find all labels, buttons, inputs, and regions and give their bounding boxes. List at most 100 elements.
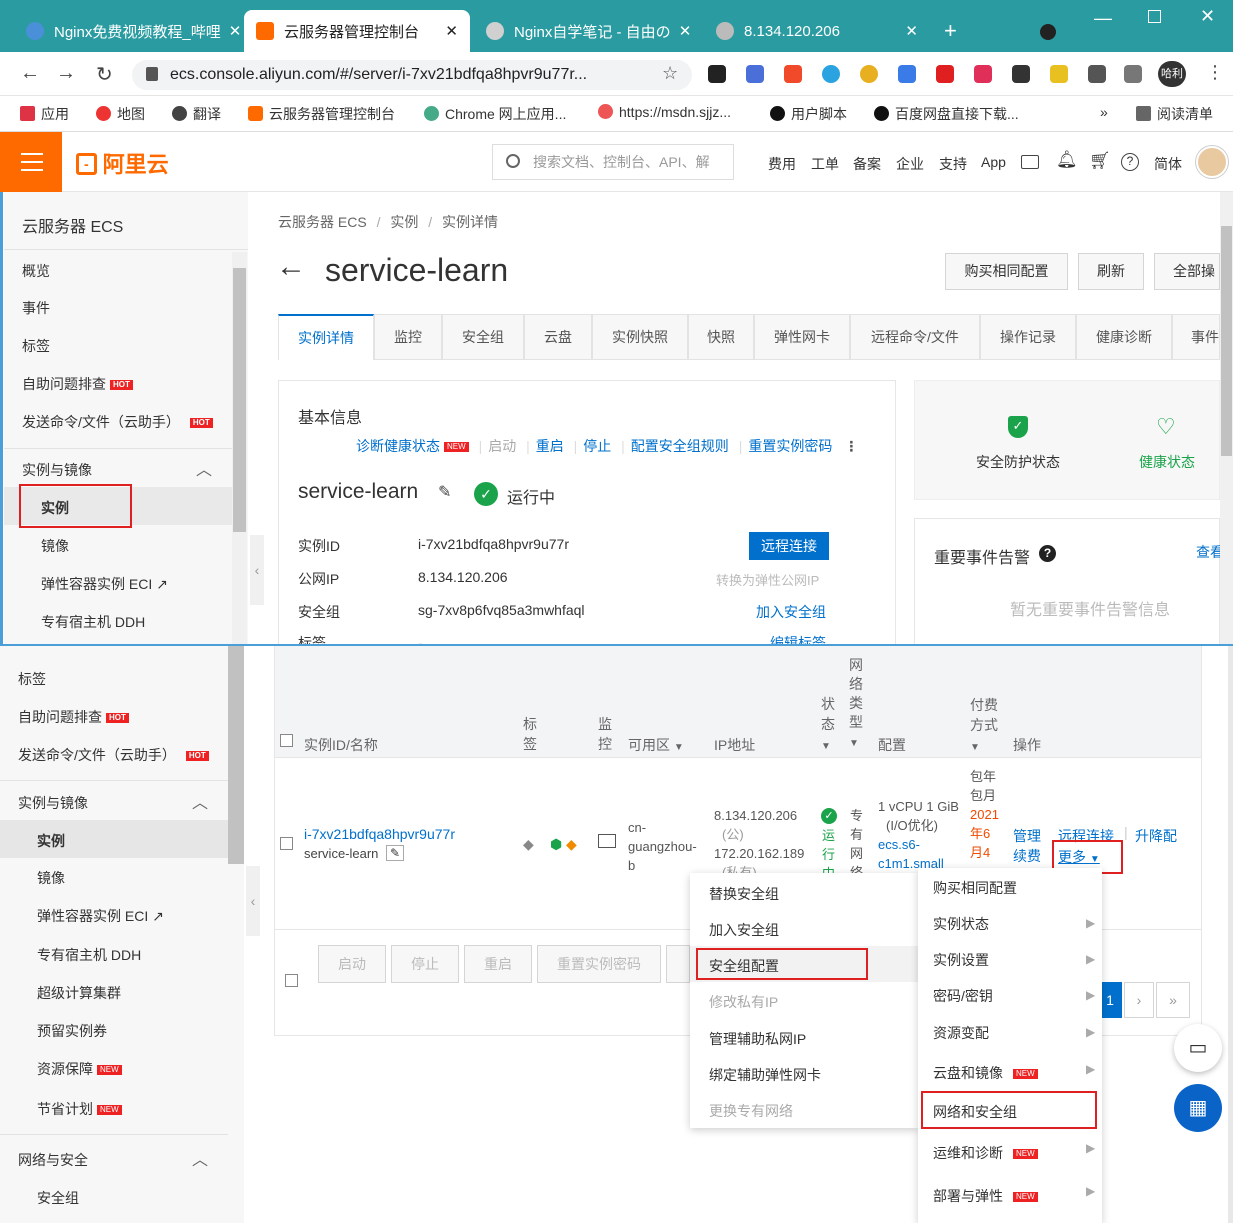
minimize-icon[interactable]: — — [1094, 8, 1112, 29]
reload-icon[interactable]: ↻ — [96, 62, 113, 87]
bookmark-item[interactable]: https://msdn.sjjz... — [598, 104, 731, 120]
reset-password-link[interactable]: 重置实例密码 — [748, 438, 832, 454]
menu-network-sg[interactable]: 网络和安全组 — [933, 1102, 1017, 1122]
nav-enterprise[interactable]: 企业 — [896, 154, 924, 174]
row-checkbox[interactable] — [280, 837, 293, 850]
manage-link[interactable]: 管理 — [1013, 826, 1041, 846]
terminal-icon[interactable] — [1021, 155, 1039, 169]
select-all-checkbox[interactable] — [280, 734, 293, 747]
sidebar-item-troubleshoot[interactable]: 自助问题排查 HOT — [22, 374, 133, 394]
sidebar-item-ri[interactable]: 预留实例券 — [37, 1021, 107, 1041]
edit-tags-link[interactable]: 编辑标签 — [770, 634, 826, 644]
col-network-type[interactable]: 网络类型 ▼ — [849, 656, 865, 753]
menu-sg-config[interactable]: 安全组配置 — [709, 956, 779, 976]
sidebar-item-instances[interactable]: 实例 — [37, 831, 65, 851]
edit-icon[interactable]: ✎ — [386, 845, 404, 861]
menu-ops-diagnose[interactable]: 运维和诊断 NEW — [933, 1143, 1038, 1163]
forward-icon[interactable]: → — [56, 62, 76, 85]
close-icon[interactable]: ✕ — [897, 22, 918, 40]
menu-deploy-elastic[interactable]: 部署与弹性 NEW — [933, 1186, 1038, 1206]
col-pay-type[interactable]: 付费方式 ▼ — [970, 695, 1000, 758]
more-dropdown[interactable]: 更多 ▼ — [1058, 847, 1100, 867]
hamburger-menu-icon[interactable] — [0, 132, 62, 192]
help-icon[interactable]: ? — [1121, 153, 1139, 171]
menu-join-sg[interactable]: 加入安全组 — [709, 920, 779, 940]
extension-icon[interactable] — [898, 65, 916, 83]
buy-same-config-button[interactable]: 购买相同配置 — [945, 253, 1068, 290]
more-dots-icon[interactable]: ⋮ — [844, 438, 858, 454]
profile-avatar[interactable]: 哈利 — [1158, 61, 1186, 87]
collapse-sidebar-icon[interactable]: ‹ — [246, 866, 260, 936]
aliyun-logo[interactable]: - 阿里云 — [76, 147, 169, 179]
browser-tab-active[interactable]: 云服务器管理控制台 ✕ — [244, 10, 470, 52]
sidebar-item-images[interactable]: 镜像 — [37, 868, 65, 888]
sidebar-item-ddh[interactable]: 专有宿主机 DDH — [41, 612, 145, 632]
sidebar-item-instances-active[interactable] — [0, 820, 228, 858]
bulk-start-button[interactable]: 启动 — [318, 945, 386, 983]
sidebar-item-eci[interactable]: 弹性容器实例 ECI ↗ — [37, 906, 164, 926]
health-status-label[interactable]: 健康状态 — [1139, 452, 1195, 472]
sidebar-item-events[interactable]: 事件 — [22, 298, 50, 318]
chevron-up-icon[interactable]: ︿ — [196, 456, 212, 480]
bookmark-item[interactable]: Chrome 网上应用... — [424, 104, 566, 124]
youtube-icon[interactable] — [936, 65, 954, 83]
menu-disk-image[interactable]: 云盘和镜像 NEW — [933, 1063, 1038, 1083]
menu-dots-icon[interactable]: ⋮ — [1206, 62, 1224, 83]
tab-disk[interactable]: 云盘 — [524, 314, 592, 360]
security-status-label[interactable]: 安全防护状态 — [976, 452, 1060, 472]
media-icon[interactable] — [1124, 65, 1142, 83]
scrollbar-thumb[interactable] — [228, 646, 244, 864]
back-icon[interactable]: ← — [20, 62, 40, 85]
puzzle-icon[interactable] — [1088, 65, 1106, 83]
last-page-button[interactable]: » — [1156, 982, 1190, 1018]
extension-icon[interactable] — [708, 65, 726, 83]
sidebar-group-instances-images[interactable]: 实例与镜像 — [22, 460, 92, 480]
menu-password-key[interactable]: 密码/密钥 — [933, 986, 993, 1006]
close-icon[interactable]: ✕ — [437, 22, 458, 40]
breadcrumb-ecs[interactable]: 云服务器 ECS — [278, 214, 367, 230]
bookmarks-more[interactable]: » — [1100, 104, 1108, 120]
view-events-link[interactable]: 查看 — [1196, 542, 1220, 562]
config-line[interactable]: ecs.s6- — [878, 835, 959, 854]
close-window-icon[interactable]: ✕ — [1200, 6, 1215, 27]
menu-manage-secondary-ip[interactable]: 管理辅助私网IP — [709, 1029, 806, 1049]
reading-list[interactable]: 阅读清单 — [1136, 104, 1213, 124]
tab-instance-detail[interactable]: 实例详情 — [278, 314, 374, 360]
page-scrollbar[interactable] — [1228, 646, 1233, 1223]
sidebar-item-security-group[interactable]: 安全组 — [37, 1188, 79, 1208]
close-icon[interactable]: ✕ — [671, 22, 692, 40]
sidebar-item-scc[interactable]: 超级计算集群 — [37, 983, 121, 1003]
bulk-restart-button[interactable]: 重启 — [464, 945, 532, 983]
browser-tab[interactable]: Nginx自学笔记 - 自由の ✕ — [474, 10, 700, 52]
sidebar-item-capacity[interactable]: 资源保障 NEW — [37, 1059, 122, 1079]
monitor-icon[interactable] — [598, 834, 616, 848]
renew-link[interactable]: 续费 — [1013, 846, 1041, 866]
join-sg-link[interactable]: 加入安全组 — [756, 602, 826, 622]
url-input[interactable]: ecs.console.aliyun.com/#/server/i-7xv21b… — [132, 60, 692, 90]
help-icon[interactable]: ? — [1039, 545, 1056, 562]
bookmark-item[interactable]: 云服务器管理控制台 — [248, 104, 395, 124]
new-tab-icon[interactable]: + — [944, 18, 957, 44]
bell-icon[interactable]: 🔔︎ — [1056, 150, 1078, 170]
apps-grid-icon[interactable]: ▦ — [1174, 1084, 1222, 1132]
col-zone[interactable]: 可用区 ▼ — [628, 735, 684, 755]
chevron-up-icon[interactable]: ︿ — [192, 789, 208, 813]
bookmark-star-icon[interactable]: ☆ — [662, 63, 678, 84]
nav-icp[interactable]: 备案 — [853, 154, 881, 174]
all-actions-button[interactable]: 全部操 — [1154, 253, 1220, 290]
remote-connect-button[interactable]: 远程连接 — [749, 532, 829, 560]
cart-icon[interactable]: 🛒︎ — [1089, 151, 1111, 171]
scrollbar-thumb[interactable] — [1221, 226, 1232, 456]
bulk-reset-password-button[interactable]: 重置实例密码 — [537, 945, 661, 983]
chat-icon[interactable]: ▭ — [1174, 1024, 1222, 1072]
browser-tab[interactable]: Nginx免费视频教程_哔哩 ✕ — [14, 10, 240, 52]
instance-id-link[interactable]: i-7xv21bdfqa8hpvr9u77r — [304, 826, 455, 842]
tab-security-group[interactable]: 安全组 — [442, 314, 524, 360]
sidebar-item-overview[interactable]: 概览 — [22, 261, 50, 281]
maximize-icon[interactable] — [1148, 10, 1161, 23]
tab-health-diagnose[interactable]: 健康诊断 — [1076, 314, 1172, 360]
sidebar-item-ddh[interactable]: 专有宿主机 DDH — [37, 945, 141, 965]
next-page-button[interactable]: › — [1124, 982, 1154, 1018]
tab-events[interactable]: 事件 — [1172, 314, 1220, 360]
breadcrumb-instances[interactable]: 实例 — [390, 214, 418, 230]
